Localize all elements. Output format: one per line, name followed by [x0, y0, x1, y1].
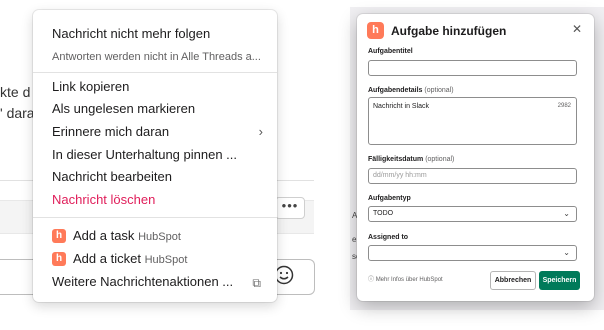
- message-context-menu: Nachricht nicht mehr folgen Antworten we…: [33, 10, 277, 302]
- assigned-to-select[interactable]: ⌄: [368, 245, 577, 261]
- menu-item-more-actions[interactable]: Weitere Nachrichtenaktionen ...: [52, 274, 233, 289]
- task-title-input[interactable]: [368, 60, 577, 76]
- menu-item-delete-message[interactable]: Nachricht löschen: [52, 192, 155, 207]
- task-type-value: TODO: [373, 210, 394, 217]
- more-actions-button[interactable]: •••: [275, 197, 305, 219]
- hubspot-icon: h: [52, 252, 66, 266]
- menu-item-add-ticket[interactable]: Add a ticket HubSpot: [73, 251, 187, 266]
- task-type-label: Aufgabentyp: [368, 195, 411, 202]
- info-icon: ⓘ: [368, 277, 375, 283]
- menu-item-unfollow[interactable]: Nachricht nicht mehr folgen: [52, 26, 210, 41]
- due-date-placeholder: dd/mm/yy hh:mm: [373, 172, 427, 179]
- cancel-button[interactable]: Abbrechen: [490, 271, 536, 290]
- hubspot-icon: h: [367, 22, 384, 39]
- modal-title: Aufgabe hinzufügen: [391, 24, 507, 38]
- menu-item-mark-unread[interactable]: Als ungelesen markieren: [52, 101, 195, 116]
- hubspot-info-link[interactable]: ⓘ Mehr Infos über HubSpot: [368, 274, 443, 283]
- due-date-label: Fälligkeitsdatum (optional): [368, 156, 455, 163]
- background-text-fragment: e: [352, 235, 357, 244]
- save-button[interactable]: Speichern: [539, 271, 580, 290]
- add-task-modal: h Aufgabe hinzufügen ✕ Aufgabentitel Auf…: [357, 14, 594, 301]
- external-link-icon: ⧉: [252, 276, 261, 290]
- message-text-fragment: ' dara: [0, 105, 35, 121]
- hubspot-tag: HubSpot: [144, 254, 188, 266]
- menu-item-unfollow-description: Antworten werden nicht in Alle Threads a…: [52, 51, 261, 63]
- task-type-select[interactable]: TODO ⌄: [368, 206, 577, 222]
- task-details-label: Aufgabendetails (optional): [368, 87, 454, 94]
- hubspot-tag: HubSpot: [138, 231, 181, 243]
- due-date-input[interactable]: dd/mm/yy hh:mm: [368, 168, 577, 184]
- menu-separator: [33, 72, 277, 73]
- menu-item-edit-message[interactable]: Nachricht bearbeiten: [52, 169, 172, 184]
- task-details-value: Nachricht in Slack: [373, 103, 430, 110]
- menu-separator: [33, 217, 277, 218]
- character-counter: 2982: [557, 103, 571, 109]
- chevron-down-icon: ⌄: [563, 209, 570, 218]
- task-details-textarea[interactable]: Nachricht in Slack 2982: [368, 97, 577, 145]
- menu-item-pin[interactable]: In dieser Unterhaltung pinnen ...: [52, 147, 237, 162]
- add-task-label: Add a task: [73, 228, 135, 243]
- task-title-label: Aufgabentitel: [368, 48, 413, 55]
- message-text-fragment: kte d: [0, 84, 31, 100]
- hubspot-icon: h: [52, 229, 66, 243]
- add-ticket-label: Add a ticket: [73, 251, 141, 266]
- hubspot-info-text: Mehr Infos über HubSpot: [375, 277, 443, 283]
- close-icon[interactable]: ✕: [572, 22, 582, 36]
- menu-item-copy-link[interactable]: Link kopieren: [52, 79, 129, 94]
- chevron-right-icon: ›: [258, 124, 263, 139]
- assigned-to-label: Assigned to: [368, 234, 409, 241]
- menu-item-remind-me[interactable]: Erinnere mich daran: [52, 124, 169, 139]
- menu-item-add-task[interactable]: Add a task HubSpot: [73, 228, 181, 243]
- chevron-down-icon: ⌄: [563, 248, 570, 257]
